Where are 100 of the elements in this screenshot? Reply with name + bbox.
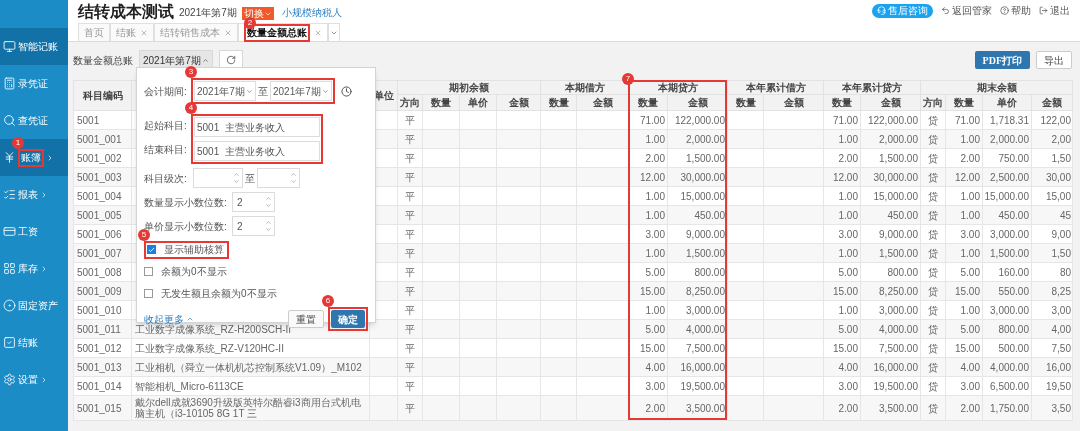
table-cell: 4,000.00 [879, 323, 918, 335]
range-separator: 至 [244, 171, 256, 186]
end-subject-field[interactable]: 5001 主营业务收入 [194, 141, 320, 161]
sidebar-label: 智能记账 [18, 40, 58, 53]
table-cell: 5001_015 [73, 395, 132, 421]
table-cell: 2.00 [838, 402, 858, 414]
table-cell: 1.00 [645, 304, 665, 316]
table-cell: 4.00 [838, 361, 858, 373]
number-field[interactable] [193, 168, 243, 188]
column-header: 方向 [920, 94, 946, 111]
period-select[interactable]: 2021年第7期 [139, 50, 213, 70]
chevron-right-icon [40, 264, 48, 273]
table-cell: 平 [405, 171, 415, 183]
page-title: 结转成本测试 [78, 2, 174, 22]
sidebar-label: 录凭证 [18, 77, 48, 90]
chevron-right-icon [46, 153, 54, 162]
reset-button[interactable]: 重置 [288, 310, 324, 328]
table-cell: 贷 [928, 342, 938, 354]
tab[interactable]: 首页 [78, 23, 110, 41]
header-link[interactable]: 返回管家 [941, 3, 992, 18]
table-cell: 贷 [928, 114, 938, 126]
confirm-button[interactable]: 确定 [331, 310, 365, 328]
table-cell: 3,000.00 [990, 228, 1029, 240]
number-field[interactable]: 2 [232, 216, 275, 236]
table-cell: 1.00 [960, 190, 980, 202]
table-cell: 贷 [928, 323, 938, 335]
table-cell: 1.00 [645, 209, 665, 221]
table-cell: 5001_003 [73, 167, 132, 187]
table-cell: 5001_004 [73, 186, 132, 206]
table-cell: 8,250.00 [879, 285, 918, 297]
start-subject-field[interactable]: 5001 主营业务收入 [194, 117, 320, 137]
period-to-select[interactable]: 2021年7期 [270, 81, 332, 101]
column-group-header: 本年累计借方 [727, 80, 824, 95]
column-header: 单价 [459, 94, 497, 111]
checkbox-label: 余额为0不显示 [161, 265, 227, 278]
switch-button[interactable]: 切换 [241, 7, 274, 20]
table-cell: 平 [405, 114, 415, 126]
table-cell: 1.00 [838, 190, 858, 202]
column-header: 数量 [422, 94, 460, 111]
close-icon[interactable] [314, 28, 322, 37]
close-icon[interactable] [140, 28, 148, 37]
clock-icon[interactable] [341, 85, 352, 97]
range-separator: 至 [257, 84, 269, 99]
table-cell: 7,50 [1051, 342, 1071, 354]
table-cell: 3.00 [838, 228, 858, 240]
table-cell: 5001_010 [73, 300, 132, 320]
sidebar-item[interactable]: 账簿 1 [0, 139, 68, 176]
taxpayer-link[interactable]: 小规模纳税人 [281, 5, 342, 20]
header-link[interactable]: 帮助 [1000, 3, 1031, 18]
tab-label[interactable]: 数量金额总账 [247, 25, 307, 40]
tab[interactable]: 结转销售成本 [154, 23, 238, 41]
column-group-header: 期末余额 [920, 80, 1073, 95]
monitor-icon [3, 40, 16, 53]
table-cell: 450.00 [694, 209, 725, 221]
column-header: 数量 [540, 94, 577, 111]
table-cell: 122,000.00 [674, 114, 725, 126]
tab-label[interactable]: 首页 [84, 25, 104, 40]
checkbox[interactable] [147, 245, 156, 254]
table-cell: 平 [405, 361, 415, 373]
table-cell: 15,00 [1045, 190, 1071, 202]
table-cell: 9,000.00 [686, 228, 725, 240]
export-button[interactable]: 导出 [1036, 51, 1072, 69]
tab-menu-button[interactable] [328, 23, 340, 41]
table-cell: 15,000.00 [984, 190, 1029, 202]
table-cell: 贷 [928, 152, 938, 164]
header-link[interactable]: 退出 [1039, 3, 1070, 18]
checkbox-label: 显示辅助核算 [164, 243, 224, 256]
table-cell: 1.00 [838, 209, 858, 221]
refresh-button[interactable] [219, 50, 243, 70]
table-cell: 4.00 [645, 361, 665, 373]
column-header: 数量 [823, 94, 861, 111]
column-group-header: 期初余额 [397, 80, 541, 95]
table-cell: 戴尔dell成就3690升级版英特尔酷睿i3商用台式机电脑主机（i3-10105 8G 1T 三 [135, 397, 361, 419]
table-cell: 16,000.00 [680, 361, 725, 373]
table-cell: 平 [405, 342, 415, 354]
sidebar-label: 库存 [18, 262, 38, 275]
tab-label[interactable]: 结转销售成本 [160, 25, 220, 40]
table-cell: 12.00 [639, 171, 665, 183]
period-from-select[interactable]: 2021年7期 [194, 81, 256, 101]
table-cell: 3,000.00 [879, 304, 918, 316]
table-cell: 3,00 [1051, 304, 1071, 316]
number-field[interactable]: 2 [232, 192, 275, 212]
number-field[interactable] [257, 168, 300, 188]
table-cell: 1.00 [645, 133, 665, 145]
tab[interactable]: 结账 [110, 23, 154, 41]
table-cell: 450.00 [998, 209, 1029, 221]
column-header: 数量 [727, 94, 764, 111]
calculator-icon [3, 77, 16, 90]
checkbox[interactable] [144, 289, 153, 298]
close-icon[interactable] [224, 28, 232, 37]
pdf-print-button[interactable]: PDF打印 [974, 51, 1030, 69]
table-cell: 3.00 [960, 228, 980, 240]
table-cell: 5001_008 [73, 262, 132, 282]
table-cell: 工业相机（舜立一体机机芯控制系统V1.09）_M102 [135, 361, 362, 373]
checkbox[interactable] [144, 267, 153, 276]
support-button[interactable]: 售后咨询 [872, 3, 933, 18]
sidebar-item[interactable]: 智能记账 [0, 28, 68, 65]
table-cell: 5.00 [960, 266, 980, 278]
tab-label[interactable]: 结账 [116, 25, 136, 40]
table-cell: 1,718.31 [990, 114, 1029, 126]
